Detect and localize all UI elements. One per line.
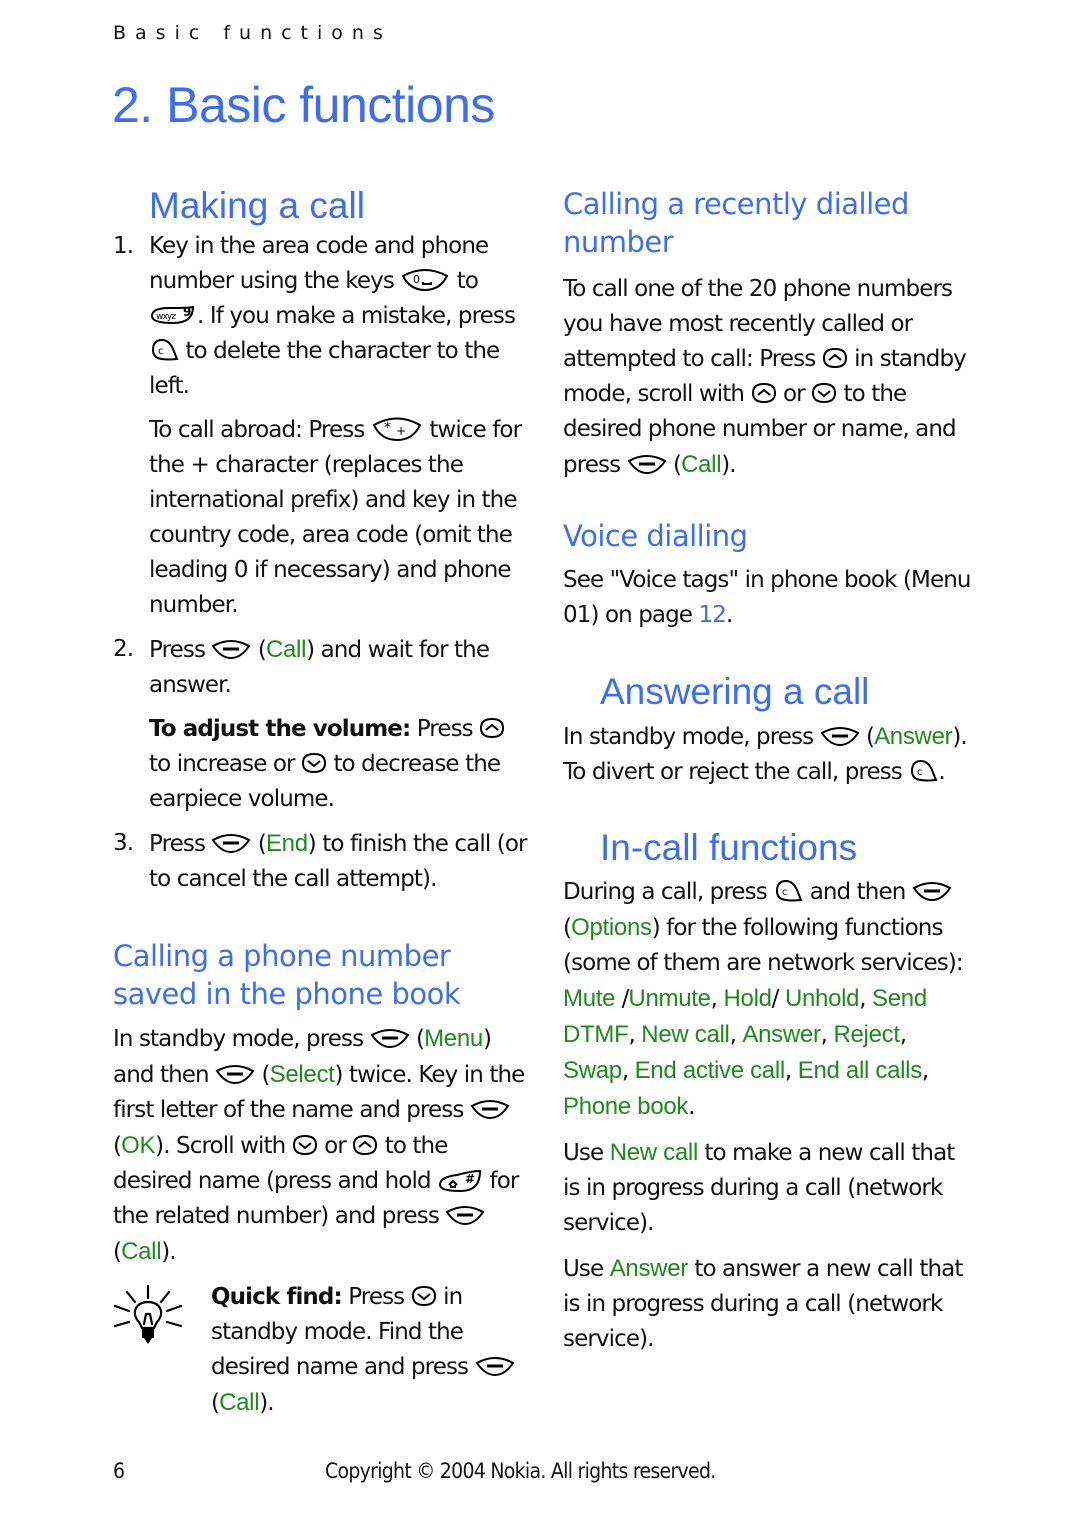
c-key-icon: c [773, 878, 803, 904]
term-new-call: New call [609, 1139, 699, 1166]
step-2: 2. Press (Call) and wait for the answer. [113, 636, 490, 698]
svg-text:c: c [917, 767, 922, 778]
function-mute: Mute [563, 985, 616, 1012]
scroll-up-icon [352, 1134, 378, 1156]
function-answer: Answer [742, 1021, 821, 1048]
left-column: Making a call 1. Key in the area code an… [113, 185, 528, 1421]
svg-text:c: c [158, 346, 163, 357]
c-key-icon: c [908, 758, 938, 784]
recent-call-text: To call one of the 20 phone numbers you … [563, 276, 967, 478]
volume-note: To adjust the volume: Press to increase … [113, 712, 528, 817]
scroll-up-icon [479, 717, 505, 739]
in-call-functions-list: Mute /Unmute, Hold/ Unhold, Send DTMF, N… [563, 985, 929, 1120]
svg-text:+: + [396, 424, 405, 438]
selection-key-icon [912, 881, 952, 901]
answer-note: Use Answer to answer a new call that is … [563, 1255, 963, 1352]
hash-key-icon: # [437, 1167, 483, 1193]
zero-key-icon: 0 [400, 268, 450, 292]
svg-text:0: 0 [413, 273, 420, 286]
section-title-recent-call: Calling a recently dialled number [563, 187, 909, 259]
chapter-title: 2. Basic functions [112, 77, 495, 133]
svg-text:9: 9 [183, 305, 191, 319]
svg-text:*: * [384, 420, 391, 436]
answering-text: In standby mode, press (Answer). To dive… [563, 723, 968, 785]
softkey-ok: OK [121, 1132, 156, 1159]
scroll-down-icon [411, 1285, 437, 1307]
term-answer: Answer [609, 1255, 689, 1282]
selection-key-icon [211, 833, 251, 853]
scroll-down-icon [811, 382, 837, 404]
phone-book-call-text: In standby mode, press (Menu) and then (… [113, 1025, 525, 1265]
softkey-select: Select [269, 1061, 335, 1088]
voice-dialling-text: See "Voice tags" in phone book (Menu 01)… [563, 567, 971, 628]
softkey-call: Call [681, 451, 722, 478]
right-column: Calling a recently dialled number To cal… [563, 185, 973, 1357]
selection-key-icon [370, 1028, 410, 1048]
function-new-call: New call [641, 1021, 730, 1048]
softkey-call: Call [219, 1389, 260, 1416]
selection-key-icon [820, 726, 860, 746]
page-link[interactable]: 12 [698, 602, 726, 628]
section-title-in-call: In-call functions [600, 827, 858, 868]
function-unhold: Unhold [784, 985, 860, 1012]
section-title-answering: Answering a call [600, 671, 870, 712]
softkey-options: Options [571, 914, 652, 941]
svg-text:#: # [465, 1172, 475, 1186]
running-head: Basic functions [113, 22, 392, 44]
new-call-note: Use New call to make a new call that is … [563, 1139, 955, 1236]
softkey-menu: Menu [424, 1025, 483, 1052]
step-3: 3. Press (End) to finish the call (or to… [113, 830, 527, 892]
nine-key-icon: wxyz 9 [149, 303, 197, 327]
in-call-text: During a call, press c and then (Options… [563, 878, 964, 1120]
quick-find-tip: Quick find: Press in standby mode. Find … [113, 1280, 528, 1421]
lightbulb-tip-icon [113, 1284, 183, 1352]
call-abroad-note: To call abroad: Press * + twice for the +… [149, 416, 522, 618]
scroll-up-icon [822, 347, 848, 369]
scroll-down-icon [301, 752, 327, 774]
selection-key-icon [215, 1064, 255, 1084]
section-title-phone-book-call: Calling a phone number saved in the phon… [113, 939, 461, 1011]
softkey-end: End [265, 830, 308, 857]
function-phone-book: Phone book [563, 1093, 689, 1120]
function-swap: Swap [563, 1057, 622, 1084]
function-hold: Hold [723, 985, 772, 1012]
section-title-voice-dialling: Voice dialling [563, 519, 748, 553]
softkey-call: Call [265, 636, 307, 663]
selection-key-icon [627, 454, 667, 474]
selection-key-icon [445, 1205, 485, 1225]
svg-text:wxyz: wxyz [156, 312, 176, 322]
scroll-down-icon [292, 1134, 318, 1156]
selection-key-icon [475, 1356, 515, 1376]
copyright-notice: Copyright © 2004 Nokia. All rights reser… [325, 1459, 716, 1483]
function-reject: Reject [833, 1021, 900, 1048]
c-key-icon: c [149, 337, 179, 363]
svg-text:c: c [782, 887, 787, 898]
selection-key-icon [470, 1099, 510, 1119]
softkey-answer: Answer [874, 723, 953, 750]
scroll-up-icon [751, 382, 777, 404]
function-end-all-calls: End all calls [797, 1057, 922, 1084]
step-1: 1. Key in the area code and phone number… [113, 233, 516, 399]
making-call-steps: 1. Key in the area code and phone number… [113, 229, 528, 404]
page-number: 6 [113, 1459, 125, 1483]
function-unmute: Unmute [628, 985, 711, 1012]
selection-key-icon [211, 639, 251, 659]
function-end-active-call: End active call [634, 1057, 786, 1084]
section-title-making-call: Making a call [149, 185, 365, 226]
softkey-call: Call [121, 1238, 162, 1265]
star-key-icon: * + [371, 416, 423, 442]
